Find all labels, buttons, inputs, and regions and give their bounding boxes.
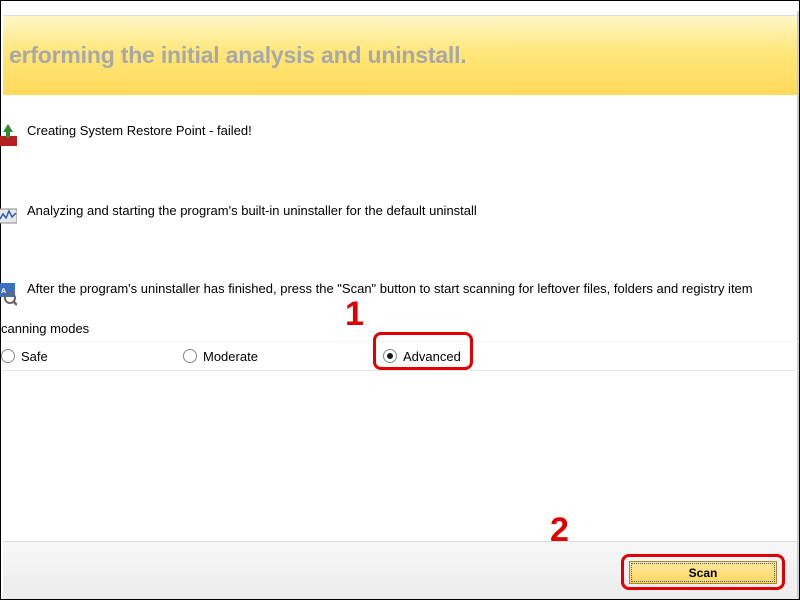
step-text: After the program's uninstaller has fini… (27, 277, 753, 298)
svg-text:A: A (1, 288, 6, 295)
banner: erforming the initial analysis and unins… (3, 15, 797, 95)
mode-label: Safe (21, 349, 48, 364)
restore-point-icon (0, 119, 17, 153)
radio-icon (183, 349, 197, 363)
mode-safe[interactable]: Safe (1, 349, 48, 364)
scanning-modes-label: canning modes (1, 321, 89, 336)
analyze-icon (0, 199, 17, 233)
radio-icon (383, 349, 397, 363)
mode-advanced[interactable]: Advanced (383, 349, 461, 364)
radio-icon (1, 349, 15, 363)
step-row: Creating System Restore Point - failed! (1, 111, 799, 173)
step-text: Creating System Restore Point - failed! (27, 119, 252, 140)
banner-title: erforming the initial analysis and unins… (9, 42, 466, 69)
step-row: Analyzing and starting the program's bui… (1, 191, 799, 253)
scanning-modes-row: Safe Moderate Advanced (1, 341, 799, 371)
mode-moderate[interactable]: Moderate (183, 349, 258, 364)
scan-icon: A (0, 277, 17, 311)
steps-list: Creating System Restore Point - failed! … (1, 111, 799, 331)
scan-button[interactable]: Scan (629, 561, 777, 584)
step-text: Analyzing and starting the program's bui… (27, 199, 477, 220)
step-row: A After the program's uninstaller has fi… (1, 269, 799, 331)
mode-label: Advanced (403, 349, 461, 364)
top-cutoff-text (1, 1, 799, 11)
mode-label: Moderate (203, 349, 258, 364)
